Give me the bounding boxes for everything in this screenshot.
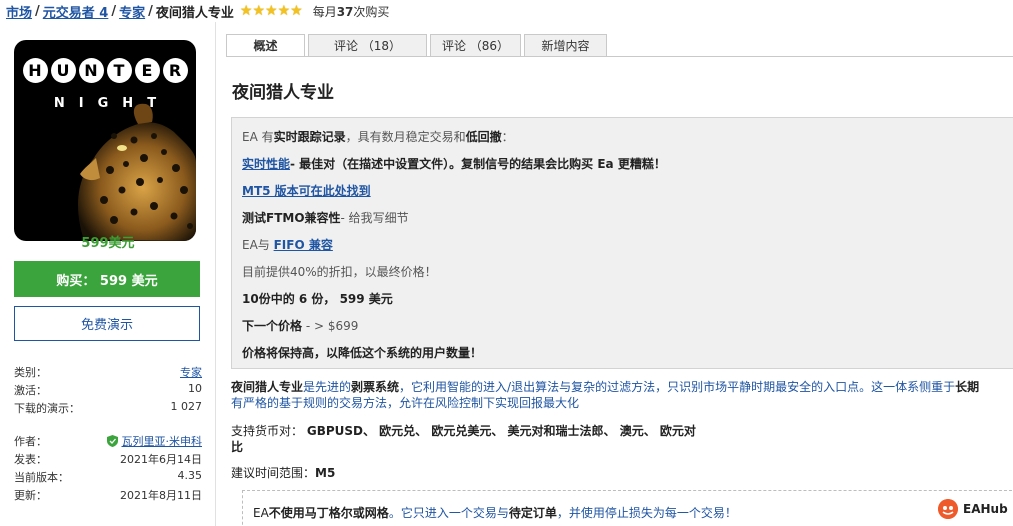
tab-reviews[interactable]: 评论 （18） [308, 34, 427, 56]
author-link[interactable]: 瓦列里亚·米申科 [122, 433, 203, 449]
logo-letter: N [78, 58, 104, 83]
currency-pairs: 支持货币对： GBPUSD、 欧元兑、 欧元兑美元、 美元对和瑞士法郎、 澳元、… [231, 424, 696, 438]
meta-value: 2021年6月14日 [120, 453, 202, 466]
product-price: 599美元 [81, 236, 135, 251]
meta-label: 类别： [14, 366, 47, 379]
meta-version: 当前版本： 4.35 [14, 469, 202, 485]
product-content: 概述 评论 （18） 评论 （86） 新增内容 夜间猎人专业 EA 有实时跟踪记… [216, 22, 1013, 526]
meta-updated: 更新： 2021年8月11日 [14, 487, 202, 503]
meta-demos: 下载的演示： 1 027 [14, 400, 202, 416]
eahub-text: EAHub [963, 502, 1008, 516]
breadcrumb-separator: / [111, 3, 117, 19]
box-line-4: 测试FTMO兼容性- 给我写细节 [242, 211, 409, 225]
breadcrumb-separator: / [148, 3, 153, 19]
box-line-3: MT5 版本可在此处找到 [242, 182, 371, 199]
breadcrumb-experts-link[interactable]: 专家 [119, 2, 145, 21]
eahub-watermark: EAHub [938, 499, 1008, 519]
verified-shield-icon [106, 435, 118, 447]
box-line-9: 价格将保持高，以降低这个系统的用户数量！ [242, 346, 483, 360]
box-line-6: 目前提供40%的折扣，以最终价格！ [242, 265, 437, 279]
product-sidebar: H U N T E R NIGHT 599美元 购买： 599 美元 免费演示 … [0, 22, 216, 526]
box-line-7: 10份中的 6 份， 599 美元 [242, 292, 393, 306]
meta-label: 发表： [14, 453, 47, 466]
meta-published: 发表： 2021年6月14日 [14, 451, 202, 467]
buy-button[interactable]: 购买： 599 美元 [14, 261, 200, 297]
fifo-link[interactable]: FIFO 兼容 [274, 238, 333, 252]
highlight-box: EA 有实时跟踪记录，具有数月稳定交易和低回撤： 实时性能- 最佳对（在描述中设… [231, 117, 1013, 369]
eahub-logo-icon [938, 499, 958, 519]
star-icon: ★ [265, 3, 278, 19]
meta-activations: 激活： 10 [14, 382, 202, 398]
currency-pairs-cont: 比 [231, 440, 244, 454]
meta-author: 作者： 瓦列里亚·米申科 [14, 433, 202, 449]
meta-value: 2021年8月11日 [120, 489, 202, 502]
note-text: EA不使用马丁格尔或网格。它只进入一个交易与待定订单，并使用停止损失为每一个交易… [253, 506, 737, 520]
mt5-version-link[interactable]: MT5 版本可在此处找到 [242, 184, 371, 198]
logo-letter: T [106, 58, 132, 83]
breadcrumb-current: 夜间猎人专业 [155, 5, 234, 21]
rating-stars[interactable]: ★ ★ ★ ★ ★ [240, 3, 303, 19]
logo-letter: E [134, 58, 160, 83]
star-icon: ★ [252, 3, 265, 19]
meta-label: 下载的演示： [14, 402, 80, 415]
tab-comments[interactable]: 评论 （86） [430, 34, 521, 56]
page-title: 夜间猎人专业 [232, 83, 334, 103]
star-icon: ★ [277, 3, 291, 19]
timeframe: 建议时间范围：M5 [231, 466, 336, 480]
logo-letter: U [50, 58, 76, 83]
logo-hunter-letters: H U N T E R [14, 58, 196, 83]
breadcrumb-trader-link[interactable]: 元交易者 4 [43, 2, 109, 21]
box-line-2: 实时性能- 最佳对（在描述中设置文件）。复制信号的结果会比购买 Ea 更糟糕！ [242, 157, 666, 171]
breadcrumb-separator: / [35, 3, 40, 19]
meta-label: 激活： [14, 384, 47, 397]
description-line-2: 有严格的基于规则的交易方法，允许在风险控制下实现回报最大化 [231, 396, 580, 410]
meta-label: 作者： [14, 435, 47, 448]
tab-overview[interactable]: 概述 [226, 34, 305, 56]
breadcrumb-market-link[interactable]: 市场 [6, 2, 32, 21]
logo-letter: R [162, 58, 188, 83]
meta-value: 4.35 [177, 469, 203, 482]
product-logo: H U N T E R NIGHT [14, 40, 196, 241]
meta-value: 1 027 [170, 400, 203, 413]
logo-letter: H [22, 58, 48, 83]
star-icon: ★ [239, 3, 253, 19]
category-link[interactable]: 专家 [180, 364, 202, 380]
monthly-purchases: 每月37次购买 [312, 4, 390, 19]
box-line-1: EA 有实时跟踪记录，具有数月稳定交易和低回撤： [242, 130, 514, 144]
meta-label: 更新： [14, 489, 47, 502]
tab-divider [226, 56, 1013, 57]
free-demo-button[interactable]: 免费演示 [14, 306, 200, 341]
star-icon: ★ [290, 3, 303, 19]
content-tabs: 概述 评论 （18） 评论 （86） 新增内容 [226, 34, 607, 56]
tab-whats-new[interactable]: 新增内容 [524, 34, 607, 56]
breadcrumb: 市场 / 元交易者 4 / 专家 / 夜间猎人专业 ★ ★ ★ ★ ★ 每月37… [0, 0, 1013, 22]
live-performance-link[interactable]: 实时性能 [242, 157, 290, 171]
description-line-1: 夜间猎人专业是先进的剥票系统，它利用智能的进入/退出算法与复杂的过滤方法，只识别… [231, 380, 980, 394]
logo-night-word: NIGHT [53, 96, 171, 111]
meta-label: 当前版本： [14, 471, 69, 484]
author-value: 瓦列里亚·米申科 [106, 433, 203, 449]
box-line-5: EA与 FIFO 兼容 [242, 238, 333, 252]
box-line-8: 下一个价格 - > $699 [242, 319, 359, 333]
meta-value: 10 [188, 382, 202, 395]
meta-category: 类别： 专家 [14, 364, 202, 380]
